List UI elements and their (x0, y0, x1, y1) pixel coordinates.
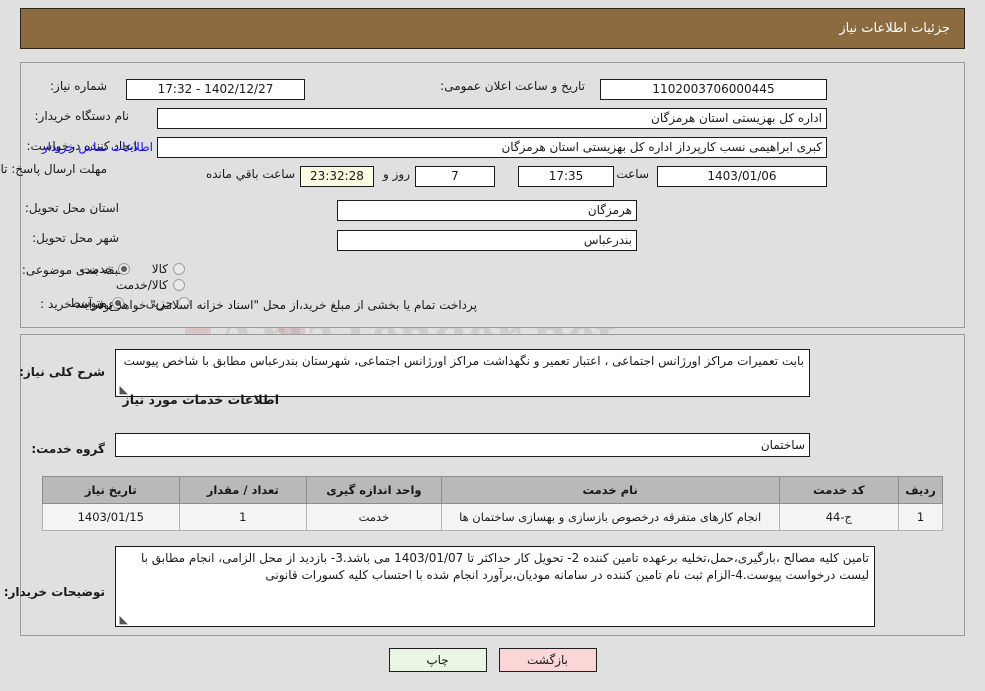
radio-icon[interactable] (173, 263, 185, 275)
radio-icon[interactable] (117, 263, 130, 275)
table-row: 1 ج-44 انجام کارهای متفرقه درخصوص بازساز… (42, 503, 943, 531)
purchase-process-note: پرداخت تمام یا بخشی از مبلغ خرید،از محل … (94, 298, 477, 312)
delivery-province-label: استان محل تحویل: (24, 201, 119, 215)
category-option-kala-khedmat[interactable]: کالا/خدمت (116, 278, 185, 292)
need-summary-value: بابت تعمیرات مراکز اورژانس اجتماعی ، اعت… (123, 354, 804, 368)
announcement-datetime-label: تاریخ و ساعت اعلان عمومی: (440, 79, 585, 93)
subject-category-radio-group: کالا خدمت کالا/خدمت (0, 262, 185, 294)
need-summary-textarea[interactable]: بابت تعمیرات مراکز اورژانس اجتماعی ، اعت… (115, 349, 810, 397)
buyer-organization-label: نام دستگاه خریدار: (34, 109, 130, 123)
cell-unit: خدمت (306, 503, 442, 531)
deadline-time-value: 17:35 (518, 166, 614, 187)
service-group-value[interactable]: ساختمان (115, 433, 810, 457)
cell-service-code: ج-44 (778, 503, 900, 531)
need-number-value: 1102003706000445 (600, 79, 827, 100)
table-header-row: ردیف کد خدمت نام خدمت واحد اندازه گیری ت… (42, 476, 943, 504)
service-group-label: گروه خدمت: (31, 442, 105, 456)
remaining-days-value: 7 (415, 166, 495, 187)
services-table: ردیف کد خدمت نام خدمت واحد اندازه گیری ت… (42, 476, 943, 531)
response-deadline-label: مهلت ارسال پاسخ: تا تاریخ: (0, 162, 107, 176)
deadline-date-value: 1403/01/06 (657, 166, 827, 187)
column-header-unit: واحد اندازه گیری (306, 476, 442, 504)
resize-grip-icon[interactable]: ◣ (118, 614, 128, 625)
buyer-notes-textarea[interactable]: تامین کلیه مصالح ،بارگیری،حمل،تخلیه برعه… (115, 546, 875, 627)
cell-need-date: 1403/01/15 (42, 503, 180, 531)
remaining-days-label: روز و (383, 167, 410, 181)
category-option-label: کالا (151, 262, 168, 276)
cell-row-no: 1 (898, 503, 943, 531)
delivery-province-value: هرمزگان (337, 200, 637, 221)
buyer-contact-info-link[interactable]: اطلاعات تماس خریدار (42, 140, 153, 154)
page-title-bar: جزئیات اطلاعات نیاز (20, 8, 965, 49)
need-number-label: شماره نیاز: (50, 79, 107, 93)
buyer-notes-label: توضیحات خریدار: (3, 585, 105, 599)
delivery-city-value: بندرعباس (337, 230, 637, 251)
delivery-city-label: شهر محل تحویل: (32, 231, 119, 245)
column-header-row-no: ردیف (898, 476, 943, 504)
column-header-need-date: تاریخ نیاز (42, 476, 180, 504)
category-option-khedmat[interactable]: خدمت (81, 262, 130, 276)
cell-service-name: انجام کارهای متفرقه درخصوص بازسازی و بهس… (440, 503, 780, 531)
column-header-service-name: نام خدمت (440, 476, 780, 504)
category-option-kala[interactable]: کالا (152, 262, 185, 276)
radio-icon[interactable] (173, 279, 185, 291)
buyer-organization-value: اداره کل بهزیستی استان هرمزگان (157, 108, 827, 129)
deadline-hour-label: ساعت (616, 167, 649, 181)
countdown-timer-value: 23:32:28 (300, 166, 374, 187)
requester-value: کبری ابراهیمی نسب کارپرداز اداره کل بهزی… (157, 137, 827, 158)
page-title: جزئیات اطلاعات نیاز (839, 21, 950, 36)
column-header-service-code: کد خدمت (778, 476, 900, 504)
need-summary-label: شرح کلی نیاز: (19, 365, 105, 379)
cell-quantity: 1 (178, 503, 308, 531)
back-button[interactable]: بازگشت (498, 648, 597, 672)
services-section-heading: اطلاعات خدمات مورد نیاز (122, 392, 280, 407)
buyer-notes-value: تامین کلیه مصالح ،بارگیری،حمل،تخلیه برعه… (141, 551, 869, 582)
announcement-datetime-value: 1402/12/27 - 17:32 (126, 79, 305, 100)
footer-actions: بازگشت چاپ (0, 648, 985, 672)
print-button[interactable]: چاپ (388, 648, 487, 672)
category-option-label: کالا/خدمت (115, 278, 168, 292)
column-header-quantity: تعداد / مقدار (178, 476, 308, 504)
category-option-label: خدمت (81, 262, 113, 276)
remaining-hours-label: ساعت باقي مانده (205, 167, 295, 181)
